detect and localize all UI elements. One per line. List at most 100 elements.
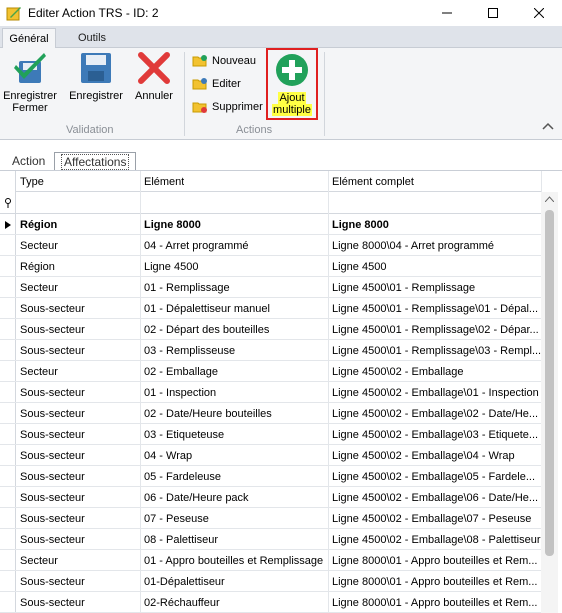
grid-header <box>16 171 541 192</box>
cell-type: Sous-secteur <box>20 386 85 399</box>
tab-affectations-label: Affectations <box>61 153 130 170</box>
cell-element: 05 - Fardeleuse <box>144 470 222 483</box>
cancel-icon <box>136 50 172 86</box>
maximize-icon[interactable] <box>470 0 516 26</box>
scroll-up-icon[interactable] <box>545 196 554 202</box>
cell-element-complet: Ligne 4500\02 - Emballage\04 - Wrap <box>332 449 515 462</box>
column-header-element-complet[interactable]: Elément complet <box>332 171 414 192</box>
cell-type: Sous-secteur <box>20 512 85 525</box>
cell-element-complet: Ligne 8000\01 - Appro bouteilles et Rem.… <box>332 554 538 567</box>
highlight-box <box>266 48 318 120</box>
collapse-ribbon-icon[interactable] <box>542 122 554 133</box>
table-row[interactable] <box>0 256 541 277</box>
minimize-icon[interactable] <box>424 0 470 26</box>
nouveau-label: Nouveau <box>212 55 257 67</box>
cell-type: Secteur <box>20 281 58 294</box>
cell-element-complet: Ligne 4500\02 - Emballage\08 - Palettise… <box>332 533 541 546</box>
scrollbar-thumb[interactable] <box>545 210 554 556</box>
cell-element: 02 - Emballage <box>144 365 218 378</box>
cancel-label: Annuler <box>135 90 173 102</box>
cell-element-complet: Ligne 4500 <box>332 260 387 273</box>
cell-element-complet: Ligne 8000\01 - Appro bouteilles et Rem.… <box>332 596 538 609</box>
tab-action[interactable]: Action <box>6 152 51 170</box>
save-close-label-1: Enregistrer <box>3 90 57 102</box>
cell-type: Secteur <box>20 239 58 252</box>
column-header-element[interactable]: Elément <box>144 171 184 192</box>
cell-type: Sous-secteur <box>20 575 85 588</box>
filter-row[interactable] <box>0 192 541 214</box>
cell-element-complet: Ligne 4500\02 - Emballage <box>332 365 464 378</box>
cell-element-complet: Ligne 4500\02 - Emballage\07 - Peseuse <box>332 512 532 525</box>
cell-type: Région <box>20 260 55 273</box>
filter-icon <box>4 192 12 214</box>
window-title: Editer Action TRS - ID: 2 <box>28 6 159 20</box>
cell-type: Secteur <box>20 365 58 378</box>
cell-type: Sous-secteur <box>20 323 85 336</box>
supprimer-button[interactable]: Supprimer <box>192 98 263 116</box>
cell-element-complet: Ligne 8000 <box>332 218 389 231</box>
cell-element-complet: Ligne 4500\02 - Emballage\05 - Fardele..… <box>332 470 536 483</box>
save-label: Enregistrer <box>69 90 123 102</box>
nouveau-button[interactable]: Nouveau <box>192 52 256 70</box>
cell-element-complet: Ligne 8000\01 - Appro bouteilles et Rem.… <box>332 575 538 588</box>
cell-element-complet: Ligne 4500\01 - Remplissage\01 - Dépal..… <box>332 302 539 315</box>
cell-element: 01 - Dépalettiseur manuel <box>144 302 270 315</box>
cancel-button[interactable]: Annuler <box>132 50 176 102</box>
folder-delete-icon <box>192 102 207 113</box>
editer-label: Editer <box>212 78 241 90</box>
cell-type: Sous-secteur <box>20 491 85 504</box>
folder-edit-icon <box>192 78 207 90</box>
cell-element-complet: Ligne 8000\04 - Arret programmé <box>332 239 495 252</box>
cell-element-complet: Ligne 4500\01 - Remplissage\02 - Dépar..… <box>332 323 539 336</box>
cell-element-complet: Ligne 4500\02 - Emballage\03 - Etiquete.… <box>332 428 539 441</box>
save-close-icon <box>12 50 48 86</box>
cell-element: 01-Dépalettiseur <box>144 575 225 588</box>
cell-type: Sous-secteur <box>20 407 85 420</box>
cell-type: Sous-secteur <box>20 596 85 609</box>
folder-new-icon <box>192 55 207 67</box>
cell-element-complet: Ligne 4500\02 - Emballage\01 - Inspectio… <box>332 386 539 399</box>
save-close-label-2: Fermer <box>12 102 48 114</box>
cell-element: 04 - Arret programmé <box>144 239 249 252</box>
save-button[interactable]: Enregistrer <box>66 50 126 102</box>
editer-button[interactable]: Editer <box>192 75 241 93</box>
group-separator <box>184 52 185 136</box>
tab-affectations[interactable]: Affectations <box>54 152 137 170</box>
tab-general[interactable]: Général <box>2 28 56 49</box>
ribbon-tabs: Général Outils <box>0 26 562 49</box>
cell-element: 01 - Appro bouteilles et Remplissage <box>144 554 324 567</box>
save-close-button[interactable]: Enregistrer Fermer <box>2 50 58 114</box>
row-indicator-icon <box>5 214 11 235</box>
cell-element: 03 - Etiqueteuse <box>144 428 225 441</box>
cell-type: Région <box>20 218 58 231</box>
save-icon <box>78 50 114 86</box>
cell-type: Sous-secteur <box>20 533 85 546</box>
cell-element: 01 - Remplissage <box>144 281 230 294</box>
cell-element-complet: Ligne 4500\02 - Emballage\06 - Date/He..… <box>332 491 539 504</box>
validation-group-label: Validation <box>66 124 114 136</box>
table-row[interactable] <box>0 214 541 235</box>
cell-element: 07 - Peseuse <box>144 512 209 525</box>
cell-element: 02 - Date/Heure bouteilles <box>144 407 272 420</box>
cell-type: Sous-secteur <box>20 428 85 441</box>
vertical-scrollbar[interactable] <box>541 192 558 613</box>
supprimer-label: Supprimer <box>212 101 263 113</box>
cell-element: 06 - Date/Heure pack <box>144 491 249 504</box>
cell-type: Sous-secteur <box>20 470 85 483</box>
actions-group-label: Actions <box>236 124 273 136</box>
column-header-type[interactable]: Type <box>20 171 44 192</box>
cell-element: 02 - Départ des bouteilles <box>144 323 270 336</box>
cell-type: Sous-secteur <box>20 344 85 357</box>
tab-outils[interactable]: Outils <box>62 28 122 48</box>
cell-element: 01 - Inspection <box>144 386 217 399</box>
close-icon[interactable] <box>516 0 562 26</box>
cell-element: 03 - Remplisseuse <box>144 344 236 357</box>
cell-element: 04 - Wrap <box>144 449 193 462</box>
cell-element-complet: Ligne 4500\01 - Remplissage <box>332 281 476 294</box>
sub-tabs: Action Affectations <box>0 140 562 170</box>
group-separator <box>324 52 325 136</box>
cell-element: 02-Réchauffeur <box>144 596 220 609</box>
cell-element: Ligne 4500 <box>144 260 199 273</box>
cell-type: Sous-secteur <box>20 302 85 315</box>
app-icon <box>6 7 21 21</box>
